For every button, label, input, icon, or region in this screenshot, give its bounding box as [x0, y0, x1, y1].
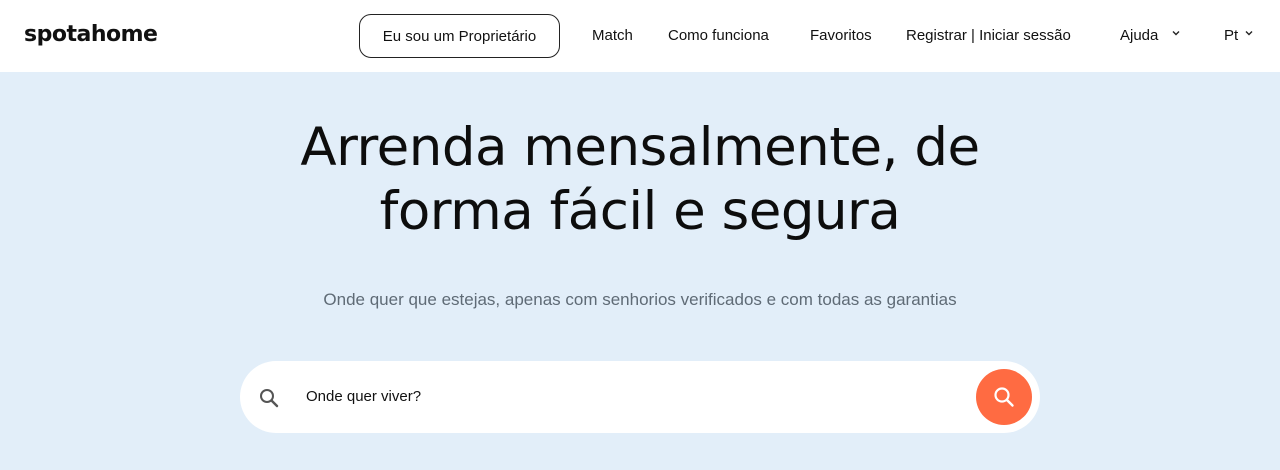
search-button[interactable]: [976, 369, 1032, 425]
chevron-down-icon[interactable]: [1171, 28, 1181, 38]
chevron-down-icon[interactable]: [1244, 28, 1254, 38]
search-icon: [994, 387, 1014, 407]
nav-help[interactable]: Ajuda: [1120, 27, 1158, 44]
hero-title-line1: Arrenda mensalmente, de: [300, 117, 980, 178]
nav-how-it-works[interactable]: Como funciona: [668, 27, 769, 44]
hero-subtitle: Onde quer que estejas, apenas com senhor…: [323, 290, 957, 309]
search-input[interactable]: Onde quer viver?: [306, 388, 421, 405]
nav-language[interactable]: Pt: [1224, 27, 1238, 44]
owner-button[interactable]: Eu sou um Proprietário: [359, 14, 560, 58]
hero-title: Arrenda mensalmente, de forma fácil e se…: [200, 116, 1080, 244]
nav-favorites[interactable]: Favoritos: [810, 27, 872, 44]
hero-title-line2: forma fácil e segura: [379, 181, 901, 242]
spotahome-logo[interactable]: spotahome: [24, 22, 158, 47]
search-icon: [260, 389, 279, 408]
nav-match[interactable]: Match: [592, 27, 633, 44]
site-header: spotahome Eu sou um Proprietário Match C…: [0, 0, 1280, 72]
nav-register-login[interactable]: Registrar | Iniciar sessão: [906, 27, 1071, 44]
